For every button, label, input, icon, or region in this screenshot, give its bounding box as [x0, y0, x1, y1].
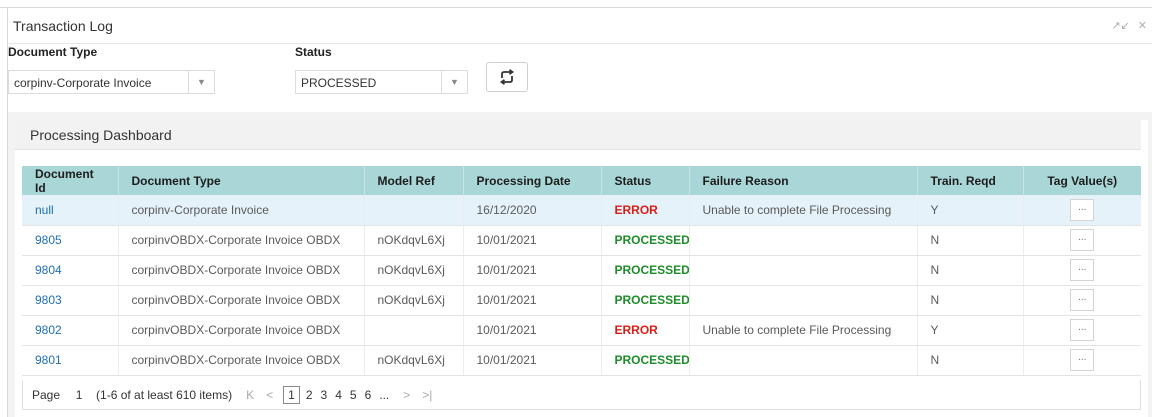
chevron-down-icon[interactable]: ▼: [188, 71, 214, 93]
train-reqd-cell: N: [917, 345, 1024, 376]
status-badge: PROCESSED: [614, 233, 689, 247]
document-type-select[interactable]: corpinv-Corporate Invoice ▼: [8, 70, 215, 94]
column-header-model-ref[interactable]: Model Ref: [364, 166, 464, 195]
failure-reason-cell: Unable to complete File Processing: [689, 195, 918, 226]
failure-reason-cell: [689, 255, 918, 286]
document-type-cell: corpinvOBDX-Corporate Invoice OBDX: [118, 315, 365, 346]
dashboard-title: Processing Dashboard: [30, 127, 172, 143]
train-reqd-cell: Y: [917, 315, 1024, 346]
page-link-2[interactable]: 2: [306, 388, 313, 402]
column-header-train-reqd[interactable]: Train. Reqd: [917, 166, 1024, 195]
page-number-input[interactable]: 1: [68, 388, 90, 402]
model-ref-cell: nOKdqvL6Xj: [364, 255, 464, 286]
failure-reason-cell: Unable to complete File Processing: [689, 315, 918, 346]
next-page-button[interactable]: >: [403, 388, 410, 402]
status-badge: PROCESSED: [614, 263, 689, 277]
last-page-button[interactable]: >|: [422, 388, 432, 402]
tag-values-button[interactable]: ...: [1070, 229, 1095, 251]
document-type-label: Document Type: [8, 45, 98, 59]
status-badge: ERROR: [614, 202, 658, 217]
failure-reason-cell: [689, 285, 918, 316]
page-link-5[interactable]: 5: [350, 388, 357, 402]
status-value: PROCESSED: [301, 76, 377, 90]
document-type-cell: corpinvOBDX-Corporate Invoice OBDX: [118, 345, 365, 376]
model-ref-cell: nOKdqvL6Xj: [364, 285, 464, 316]
page-link-1[interactable]: 1: [283, 385, 300, 404]
table-row[interactable]: 9803 corpinvOBDX-Corporate Invoice OBDX …: [22, 285, 1141, 316]
train-reqd-cell: N: [917, 285, 1024, 316]
more-pages-link[interactable]: ...: [379, 388, 389, 402]
document-id-link[interactable]: 9802: [35, 323, 62, 337]
document-type-cell: corpinvOBDX-Corporate Invoice OBDX: [118, 225, 365, 256]
processing-grid: Document Id Document Type Model Ref Proc…: [22, 166, 1141, 376]
status-badge: ERROR: [614, 323, 658, 337]
page-link-6[interactable]: 6: [365, 388, 372, 402]
train-reqd-cell: N: [917, 255, 1024, 286]
tag-values-button[interactable]: ...: [1070, 319, 1095, 341]
page-link-4[interactable]: 4: [335, 388, 342, 402]
model-ref-cell: [364, 315, 464, 346]
close-icon[interactable]: ✕: [1138, 19, 1147, 32]
processing-date-cell: 10/01/2021: [463, 345, 602, 376]
table-row[interactable]: 9805 corpinvOBDX-Corporate Invoice OBDX …: [22, 225, 1141, 256]
table-row[interactable]: 9801 corpinvOBDX-Corporate Invoice OBDX …: [22, 345, 1141, 376]
table-row[interactable]: 9802 corpinvOBDX-Corporate Invoice OBDX …: [22, 315, 1141, 346]
page-link-3[interactable]: 3: [321, 388, 328, 402]
column-header-failure-reason[interactable]: Failure Reason: [689, 166, 918, 195]
processing-date-cell: 10/01/2021: [463, 285, 602, 316]
document-type-cell: corpinvOBDX-Corporate Invoice OBDX: [118, 285, 365, 316]
failure-reason-cell: [689, 345, 918, 376]
dashboard-panel: Processing Dashboard Document Id Documen…: [8, 112, 1152, 417]
tag-values-button[interactable]: ...: [1070, 289, 1095, 311]
processing-dashboard: Processing Dashboard Document Id Documen…: [15, 120, 1148, 417]
document-id-link[interactable]: 9805: [35, 233, 62, 247]
refresh-button[interactable]: [486, 62, 528, 92]
window-title-bar: Transaction Log ↗↙ ✕: [8, 8, 1152, 44]
tag-values-button[interactable]: ...: [1070, 349, 1095, 371]
column-header-status[interactable]: Status: [601, 166, 690, 195]
model-ref-cell: nOKdqvL6Xj: [364, 345, 464, 376]
status-badge: PROCESSED: [614, 353, 689, 367]
transaction-log-window: Transaction Log ↗↙ ✕ Document Type corpi…: [7, 8, 1152, 417]
tag-values-button[interactable]: ...: [1070, 259, 1095, 281]
train-reqd-cell: Y: [917, 195, 1024, 226]
table-row[interactable]: null corpinv-Corporate Invoice 16/12/202…: [22, 195, 1141, 226]
page-label: Page: [32, 387, 61, 402]
grid-header-row: Document Id Document Type Model Ref Proc…: [22, 166, 1141, 195]
processing-date-cell: 10/01/2021: [463, 315, 602, 346]
train-reqd-cell: N: [917, 225, 1024, 256]
status-label: Status: [295, 45, 332, 59]
status-badge: PROCESSED: [614, 293, 689, 307]
processing-date-cell: 10/01/2021: [463, 255, 602, 286]
window-title: Transaction Log: [13, 18, 113, 34]
first-page-button[interactable]: K: [246, 388, 254, 402]
model-ref-cell: [364, 195, 464, 226]
document-type-cell: corpinvOBDX-Corporate Invoice OBDX: [118, 255, 365, 286]
model-ref-cell: nOKdqvL6Xj: [364, 225, 464, 256]
document-id-link[interactable]: 9804: [35, 263, 62, 277]
column-header-document-id[interactable]: Document Id: [22, 166, 119, 195]
dashboard-header: Processing Dashboard: [15, 120, 1141, 150]
window-controls: ↗↙ ✕: [1111, 19, 1147, 32]
processing-date-cell: 10/01/2021: [463, 225, 602, 256]
column-header-processing-date[interactable]: Processing Date: [463, 166, 602, 195]
column-header-tag-values[interactable]: Tag Value(s): [1023, 166, 1141, 195]
document-type-value: corpinv-Corporate Invoice: [14, 76, 152, 90]
previous-page-button[interactable]: <: [266, 388, 273, 402]
document-id-link[interactable]: null: [35, 203, 54, 217]
failure-reason-cell: [689, 225, 918, 256]
table-row[interactable]: 9804 corpinvOBDX-Corporate Invoice OBDX …: [22, 255, 1141, 286]
collapse-arrows-icon[interactable]: ↗↙: [1111, 19, 1129, 32]
refresh-icon: [499, 69, 515, 85]
document-id-link[interactable]: 9801: [35, 353, 62, 367]
chevron-down-icon[interactable]: ▼: [441, 71, 467, 93]
pagination-bar: Page 1 (1-6 of at least 610 items) K < 1…: [22, 380, 1141, 410]
processing-date-cell: 16/12/2020: [463, 195, 602, 226]
pagination-info: (1-6 of at least 610 items): [96, 387, 233, 402]
document-id-link[interactable]: 9803: [35, 293, 62, 307]
tag-values-button[interactable]: ...: [1070, 198, 1095, 221]
column-header-document-type[interactable]: Document Type: [118, 166, 365, 195]
document-type-cell: corpinv-Corporate Invoice: [118, 195, 365, 226]
status-select[interactable]: PROCESSED ▼: [295, 70, 468, 94]
